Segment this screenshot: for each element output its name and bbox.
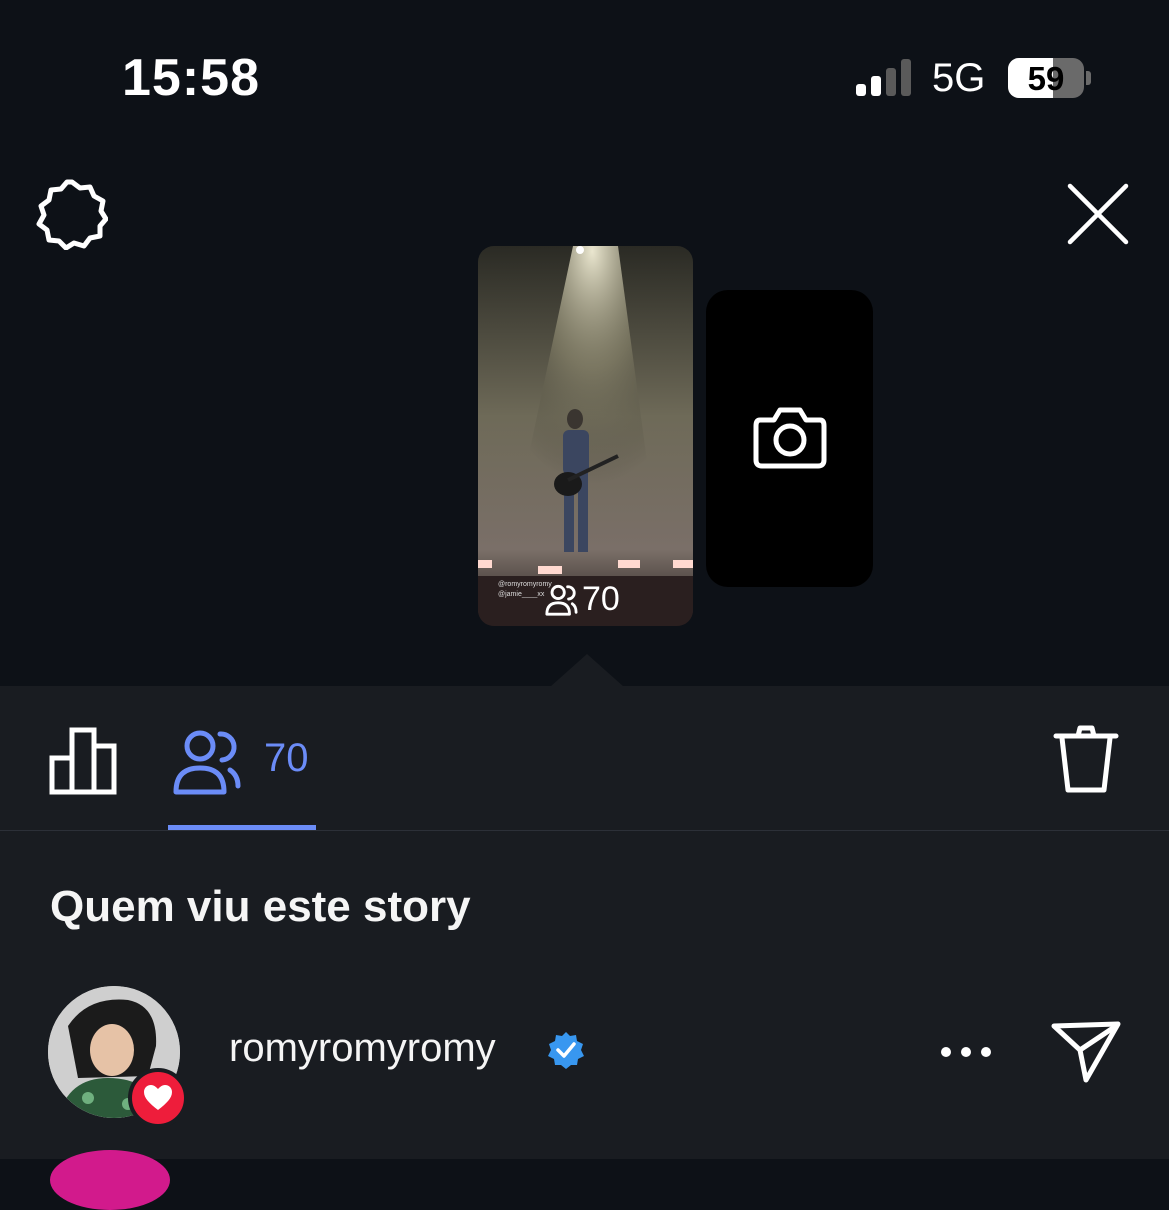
battery-icon: 59: [1008, 58, 1084, 98]
selected-story-pointer: [550, 654, 624, 687]
panel-tabs: 70: [0, 686, 1169, 831]
network-type: 5G: [932, 56, 986, 100]
active-tab-indicator: [168, 825, 316, 830]
viewers-icon: [545, 584, 578, 616]
next-viewer-avatar[interactable]: [50, 1150, 170, 1210]
close-icon: [1067, 183, 1129, 245]
more-icon: [941, 1047, 991, 1057]
section-title: Quem viu este story: [50, 882, 471, 931]
story-viewers-count: 70: [582, 580, 620, 618]
tab-viewers[interactable]: 70: [168, 724, 318, 830]
viewers-count: 70: [264, 736, 309, 780]
verified-badge-icon: [548, 1032, 584, 1069]
settings-button[interactable]: [36, 178, 109, 251]
story-photo: [478, 246, 693, 626]
status-time: 15:58: [122, 49, 260, 107]
signal-icon: [856, 58, 916, 96]
viewers-icon: [173, 730, 241, 795]
status-bar: 15:58 5G 59: [0, 0, 1169, 140]
story-viewers-overlay: 70: [544, 580, 620, 619]
battery-tip: [1086, 71, 1091, 85]
send-message-button[interactable]: [1050, 1018, 1122, 1084]
story-preview-area: 15:58 5G 59 @romyromyromy @jamie____xx 7…: [0, 0, 1169, 687]
camera-icon: [753, 407, 827, 469]
viewer-username[interactable]: romyromyromy: [229, 1026, 496, 1071]
more-options-button[interactable]: [936, 1036, 996, 1068]
story-thumbnail[interactable]: @romyromyromy @jamie____xx 70: [478, 246, 693, 626]
trash-icon: [1053, 725, 1119, 793]
viewer-list-item[interactable]: romyromyromy: [0, 986, 1169, 1128]
tab-insights[interactable]: [48, 726, 120, 796]
gear-icon: [36, 179, 109, 251]
like-badge: [128, 1068, 188, 1128]
delete-button[interactable]: [1050, 724, 1122, 796]
add-story-button[interactable]: [706, 290, 873, 587]
bar-chart-icon: [49, 727, 117, 795]
battery-percent: 59: [1027, 60, 1065, 97]
send-icon: [1051, 1021, 1121, 1083]
viewers-panel: 70 Quem viu este story romyromyromy: [0, 686, 1169, 1159]
close-button[interactable]: [1062, 178, 1134, 250]
heart-icon: [144, 1085, 172, 1110]
